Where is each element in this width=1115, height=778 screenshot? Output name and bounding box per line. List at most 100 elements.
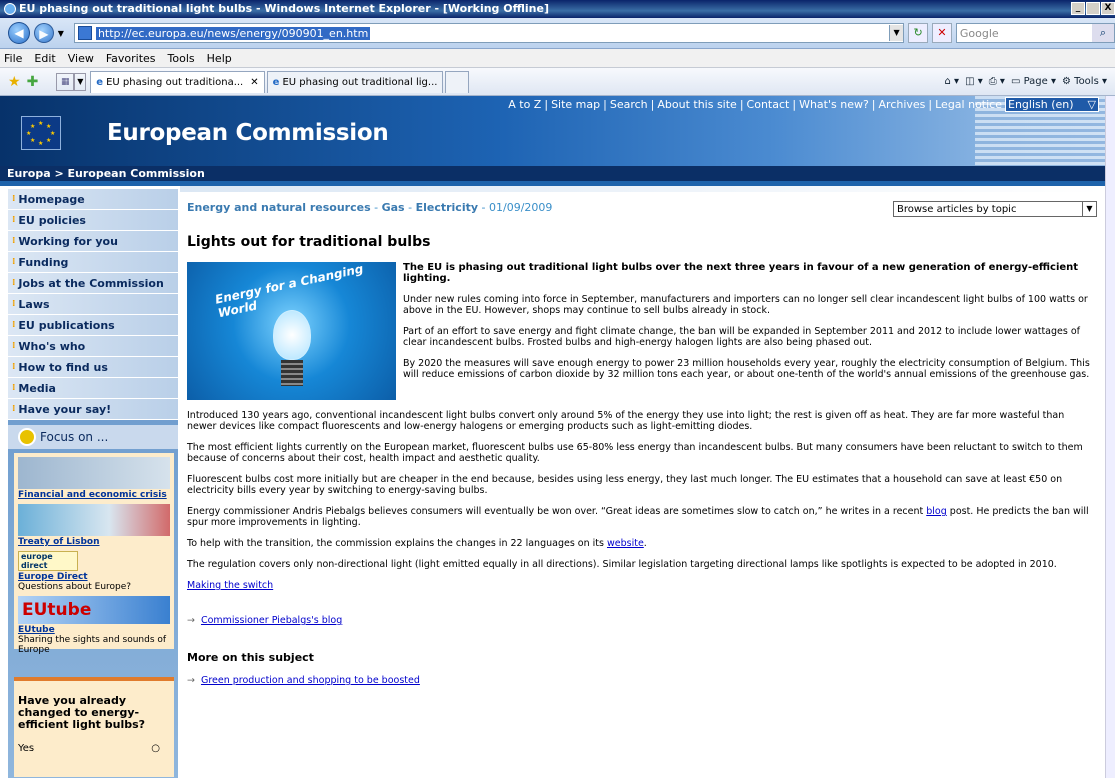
website-link[interactable]: website [607,538,644,549]
tools-menu[interactable]: ⚙ Tools ▾ [1062,76,1107,87]
menu-tools[interactable]: Tools [168,52,195,65]
link-a-to-z[interactable]: A to Z [508,98,541,111]
paragraph: Part of an effort to save energy and fig… [403,326,1080,348]
sidebar-item-whos-who[interactable]: ⁞ Who's who [8,336,178,357]
focus-item-europe-direct[interactable]: europe direct Europe Direct Questions ab… [18,551,170,592]
focus-item-eutube[interactable]: EUtube EUtube Sharing the sights and sou… [18,596,170,655]
poll-option-yes[interactable]: Yes ○ [18,743,170,754]
quick-tabs-icon[interactable]: ▦ [56,72,75,91]
link-whats-new[interactable]: What's new? [799,98,869,111]
address-dropdown-icon[interactable]: ▼ [889,25,904,41]
chevron-down-icon: ▽ [1087,98,1096,111]
link-electricity[interactable]: Electricity [416,201,478,214]
sidebar-item-media[interactable]: ⁞ Media [8,378,178,399]
chart-thumbnail-image[interactable] [18,457,170,489]
link-about[interactable]: About this site [657,98,736,111]
favorites-star-icon[interactable]: ★ [8,74,21,90]
focus-link[interactable]: EUtube [18,625,170,635]
history-dropdown-icon[interactable]: ▼ [58,29,64,38]
tab-list-dropdown-icon[interactable]: ▼ [74,72,87,91]
menu-edit[interactable]: Edit [34,52,55,65]
home-icon[interactable]: ⌂ ▾ [945,76,960,87]
article-date: 01/09/2009 [489,201,553,214]
eu-flag-logo[interactable]: ★ ★ ★ ★ ★ ★ ★ ★ [21,116,61,150]
browse-topic-select[interactable]: Browse articles by topic ▼ [893,201,1097,217]
window-title: EU phasing out traditional light bulbs -… [19,2,549,15]
europe-direct-logo[interactable]: europe direct [18,551,78,571]
link-site-map[interactable]: Site map [551,98,600,111]
tab-second[interactable]: e EU phasing out traditional lig... [266,70,444,93]
paragraph: Fluorescent bulbs cost more initially bu… [187,474,1063,496]
poll-question: Have you already changed to energy-effic… [18,694,146,731]
sidebar-item-have-your-say[interactable]: ⁞ Have your say! [8,399,178,420]
stop-button[interactable]: ✕ [932,23,952,43]
link-energy[interactable]: Energy and natural resources [187,201,371,214]
address-field[interactable]: http://ec.europa.eu/news/energy/090901_e… [73,23,905,43]
bulb-icon [273,310,311,360]
vertical-scrollbar[interactable] [1105,96,1115,778]
ie-tab-icon: e [96,76,104,88]
breadcrumb[interactable]: Europa > European Commission [0,166,1105,181]
maximize-button[interactable] [1086,2,1100,15]
chevron-down-icon: ▼ [1082,202,1096,216]
ie-logo-icon [4,3,16,15]
ec-banner: ★ ★ ★ ★ ★ ★ ★ ★ European Commission A to Z | S… [0,96,1105,166]
close-button[interactable]: X [1101,2,1115,15]
menu-help[interactable]: Help [207,52,232,65]
menu-view[interactable]: View [68,52,94,65]
focus-link[interactable]: Europe Direct [18,572,170,582]
command-bar: ⌂ ▾ ◫ ▾ ⎙ ▾ ▭ Page ▾ ⚙ Tools ▾ [945,76,1115,87]
menu-file[interactable]: File [4,52,22,65]
web-page: ★ ★ ★ ★ ★ ★ ★ ★ European Commission A to Z | S… [0,96,1105,778]
feeds-icon[interactable]: ◫ ▾ [965,76,983,87]
print-icon[interactable]: ⎙ ▾ [989,76,1005,87]
piebalgs-blog-link[interactable]: Commissioner Piebalgs's blog [201,615,342,626]
sidebar-item-homepage[interactable]: ⁞ Homepage [8,189,178,210]
sidebar-item-funding[interactable]: ⁞ Funding [8,252,178,273]
sidebar-item-publications[interactable]: ⁞ EU publications [8,315,178,336]
divider-decor [180,186,1105,192]
page-menu[interactable]: ▭ Page ▾ [1011,76,1056,87]
address-url: http://ec.europa.eu/news/energy/090901_e… [95,26,371,40]
menu-bar: File Edit View Favorites Tools Help [0,49,1115,68]
paragraph: Energy commissioner Andris Piebalgs beli… [187,506,1089,528]
sidebar-item-laws[interactable]: ⁞ Laws [8,294,178,315]
search-placeholder: Google [959,26,999,40]
window-titlebar: EU phasing out traditional light bulbs -… [0,0,1115,18]
making-the-switch-link[interactable]: Making the switch [187,580,273,591]
lisbon-thumbnail-image[interactable] [18,504,170,536]
focus-link[interactable]: Treaty of Lisbon [18,537,170,547]
ie-tab-icon: e [272,76,280,88]
green-production-link[interactable]: Green production and shopping to be boos… [201,675,420,686]
minimize-button[interactable]: _ [1071,2,1085,15]
link-search[interactable]: Search [610,98,648,111]
language-select[interactable]: English (en) ▽ [1005,97,1099,112]
focus-circle-icon [18,428,36,446]
sidebar-item-how-to-find-us[interactable]: ⁞ How to find us [8,357,178,378]
new-tab-button[interactable] [445,70,470,93]
focus-item-lisbon[interactable]: Treaty of Lisbon [18,504,170,547]
search-input[interactable]: Google ⌕ [955,23,1115,43]
page-icon [77,26,92,40]
link-archives[interactable]: Archives [879,98,926,111]
link-legal-notice[interactable]: Legal notice [935,98,1002,111]
add-favorites-icon[interactable]: ✚ [27,74,39,90]
link-gas[interactable]: Gas [382,201,405,214]
refresh-button[interactable]: ↻ [908,23,928,43]
link-contact[interactable]: Contact [747,98,790,111]
paragraph: By 2020 the measures will save enough en… [403,358,1090,380]
paragraph: Introduced 130 years ago, conventional i… [187,410,1065,432]
sidebar-item-eu-policies[interactable]: ⁞ EU policies [8,210,178,231]
back-button[interactable]: ◀ [8,22,30,44]
tab-active[interactable]: e EU phasing out traditiona... ✕ [90,70,265,93]
menu-favorites[interactable]: Favorites [106,52,156,65]
sidebar-item-working-for-you[interactable]: ⁞ Working for you [8,231,178,252]
sidebar-item-jobs[interactable]: ⁞ Jobs at the Commission [8,273,178,294]
search-icon[interactable]: ⌕ [1091,24,1114,42]
eutube-logo[interactable]: EUtube [18,596,170,624]
forward-button[interactable]: ▶ [33,23,54,43]
focus-link[interactable]: Financial and economic crisis [18,490,170,500]
blog-link[interactable]: blog [926,506,947,517]
close-tab-icon[interactable]: ✕ [250,77,258,88]
focus-item-crisis[interactable]: Financial and economic crisis [18,457,170,500]
